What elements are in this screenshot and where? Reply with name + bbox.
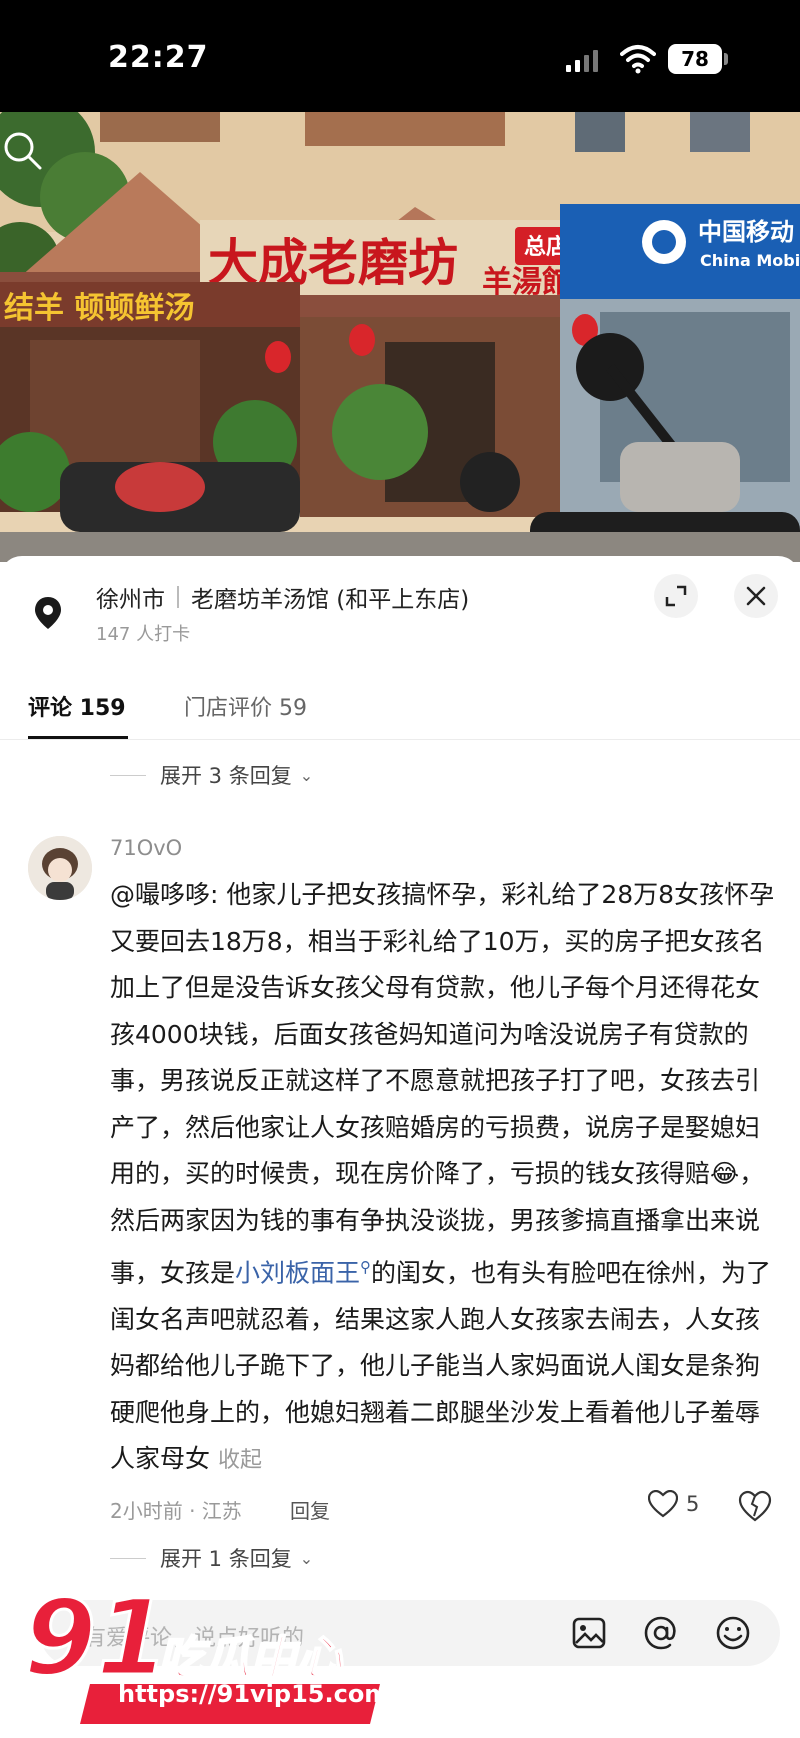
status-bar: 22:27 78 <box>0 0 800 112</box>
comment-text-part3: 的闺女，也有头有脸吧在徐州，为了闺女名声吧就忍着，结果这家人跑人女孩家去闹去，人… <box>110 1258 772 1474</box>
image-icon[interactable] <box>570 1614 608 1652</box>
wifi-icon <box>620 45 656 74</box>
like-count: 5 <box>686 1492 700 1516</box>
tab-store-reviews[interactable]: 门店评价 59 <box>184 690 307 722</box>
svg-text:吃瓜中心: 吃瓜中心 <box>158 1631 344 1685</box>
store-photo[interactable]: 大成老磨坊 总店 羊湯館 结羊 顿顿鲜汤 中国移动 China Mobi <box>0 112 800 562</box>
watermark-url: https://91vip15.com <box>118 1680 390 1708</box>
mentioned-link[interactable]: 小刘板面王 <box>235 1258 360 1287</box>
cellular-signal-icon <box>566 50 598 72</box>
status-time: 22:27 <box>108 40 209 75</box>
sign-mobile-cn: 中国移动 <box>698 218 794 246</box>
battery-tip <box>724 53 728 65</box>
reply-button[interactable]: 回复 <box>290 1495 330 1524</box>
divider-dash <box>110 1557 146 1559</box>
battery-indicator: 78 <box>668 44 722 74</box>
tab-comments[interactable]: 评论 159 <box>28 690 126 722</box>
expand-replies-top[interactable]: 展开 3 条回复 ⌄ <box>110 760 313 790</box>
chevron-down-icon: ⌄ <box>299 765 314 785</box>
location-divider <box>177 586 179 608</box>
comment-username[interactable]: 71OvO <box>110 836 182 860</box>
sign-mobile-en: China Mobi <box>700 251 800 270</box>
location-title[interactable]: 徐州市 老磨坊羊汤馆 (和平上东店) <box>96 580 469 614</box>
broken-heart-icon[interactable] <box>738 1490 772 1524</box>
search-icon[interactable] <box>0 128 44 172</box>
tab-bar: 评论 159 门店评价 59 <box>0 680 800 740</box>
location-city: 徐州市 <box>96 587 165 613</box>
checkin-count: 147 人打卡 <box>96 624 191 645</box>
sign-left-text: 结羊 顿顿鲜汤 <box>4 291 194 326</box>
avatar-image <box>28 836 92 900</box>
store-photo-illustration: 大成老磨坊 总店 羊湯館 结羊 顿顿鲜汤 中国移动 China Mobi <box>0 112 800 562</box>
close-button[interactable] <box>734 574 778 618</box>
close-icon <box>746 586 766 606</box>
laughing-emoji-icon: 😂 <box>710 1159 740 1188</box>
divider-dash <box>110 774 146 776</box>
expand-replies-top-label: 展开 3 条回复 <box>160 764 292 788</box>
at-mention-icon[interactable] <box>642 1614 680 1652</box>
comment-time-location: 2小时前 · 江苏 <box>110 1499 242 1523</box>
expand-replies-bottom[interactable]: 展开 1 条回复 ⌄ <box>110 1543 313 1573</box>
search-icon[interactable]: ⚲ <box>360 1258 371 1276</box>
heart-icon <box>648 1490 678 1518</box>
tab-active-underline <box>28 736 128 739</box>
comment-body: @嘬哆哆: 他家儿子把女孩搞怀孕，彩礼给了28万8女孩怀孕又要回去18万8，相当… <box>110 872 776 1485</box>
chevron-down-icon: ⌄ <box>299 1548 314 1568</box>
expand-icon <box>665 585 687 607</box>
avatar[interactable] <box>28 836 92 900</box>
location-place: 老磨坊羊汤馆 (和平上东店) <box>191 587 470 613</box>
emoji-icon[interactable] <box>714 1614 752 1652</box>
comment-text-part1: @嘬哆哆: 他家儿子把女孩搞怀孕，彩礼给了28万8女孩怀孕又要回去18万8，相当… <box>110 880 775 1188</box>
expand-replies-bottom-label: 展开 1 条回复 <box>160 1547 292 1571</box>
collapse-link[interactable]: 收起 <box>218 1448 262 1473</box>
sign-suffix-text: 羊湯館 <box>482 265 572 300</box>
location-pin-icon <box>35 597 61 629</box>
like-button[interactable]: 5 <box>648 1490 699 1518</box>
expand-button[interactable] <box>654 574 698 618</box>
